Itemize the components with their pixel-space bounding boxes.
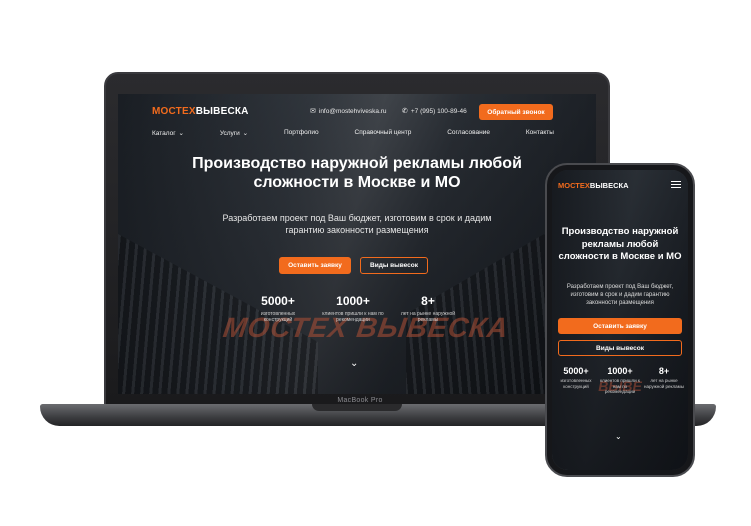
stat-constructions: 5000+ изготовленных конструкций <box>246 294 310 323</box>
site-logo[interactable]: МОСТЕХВЫВЕСКА <box>152 106 249 117</box>
phone-hero-stats: 5000+ изготовленных конструкций 1000+ кл… <box>556 366 684 395</box>
stat-number: 5000+ <box>261 294 295 308</box>
site-header: МОСТЕХВЫВЕСКА ✉ info@mostehviveska.ru ✆ … <box>118 94 596 154</box>
stat-number: 1000+ <box>607 366 633 376</box>
scroll-down-icon[interactable]: ⌄ <box>350 358 358 369</box>
callback-button[interactable]: Обратный звонок <box>479 104 553 120</box>
stat-label: лет на рынке наружной рекламы <box>400 311 456 323</box>
phone-icon: ✆ <box>402 108 408 115</box>
envelope-icon: ✉ <box>310 108 316 115</box>
nav-item-approval[interactable]: Согласование <box>447 129 490 137</box>
logo-part-2: ВЫВЕСКА <box>589 181 629 190</box>
phone-stat-constructions: 5000+ изготовленных конструкций <box>556 366 596 395</box>
stat-number: 5000+ <box>563 366 589 376</box>
sign-types-button[interactable]: Виды вывесок <box>360 257 428 274</box>
laptop-notch <box>312 404 402 411</box>
logo-part-1: МОСТЕХ <box>152 106 196 117</box>
stat-label: изготовленных конструкций <box>560 378 592 389</box>
phone-text: +7 (995) 100-89-46 <box>410 108 467 115</box>
stat-label: клиентов пришли к нам по рекомендации <box>322 311 384 323</box>
phone-submit-request-button[interactable]: Оставить заявку <box>558 318 682 334</box>
stat-years: 8+ лет на рынке наружной рекламы <box>396 294 460 323</box>
phone-sign-types-button[interactable]: Виды вывесок <box>558 340 682 356</box>
phone-screen: ВЫВЕ МОСТЕХВЫВЕСКА Производство наружной… <box>552 170 688 470</box>
nav-item-help-center[interactable]: Справочный центр <box>355 129 412 137</box>
chevron-down-icon: ⌄ <box>240 130 249 137</box>
stat-clients: 1000+ клиентов пришли к нам по рекоменда… <box>321 294 385 323</box>
submit-request-button[interactable]: Оставить заявку <box>279 257 351 274</box>
logo-part-2: ВЫВЕСКА <box>195 106 249 117</box>
phone-site-logo[interactable]: МОСТЕХВЫВЕСКА <box>558 181 629 190</box>
nav-item-portfolio[interactable]: Портфолио <box>284 129 319 137</box>
hero-stats: 5000+ изготовленных конструкций 1000+ кл… <box>246 294 460 323</box>
logo-part-1: МОСТЕХ <box>558 181 590 190</box>
main-nav: Каталог ⌄ Услуги ⌄ Портфолио Справочный … <box>152 129 554 137</box>
hero-subtitle: Разработаем проект под Ваш бюджет, изгот… <box>222 213 492 235</box>
laptop-screen: МОСТЕХ ВЫВЕСКА МОСТЕХВЫВЕСКА ✉ info@most… <box>118 94 596 394</box>
phone-stat-years: 8+ лет на рынке наружной рекламы <box>644 366 684 395</box>
phone-stat-clients: 1000+ клиентов пришли к нам по рекоменда… <box>600 366 640 395</box>
phone-hero-title: Производство наружной рекламы любой слож… <box>558 226 682 262</box>
hero-title: Производство наружной рекламы любой слож… <box>192 155 522 191</box>
phone-scroll-down-icon[interactable]: ⌄ <box>615 432 622 441</box>
email-text: info@mostehviveska.ru <box>318 108 387 115</box>
stat-number: 1000+ <box>336 294 370 308</box>
nav-item-catalog[interactable]: Каталог ⌄ <box>152 129 184 137</box>
nav-item-contacts[interactable]: Контакты <box>526 129 554 137</box>
header-phone[interactable]: ✆ +7 (995) 100-89-46 <box>402 108 467 115</box>
chevron-down-icon: ⌄ <box>176 130 184 137</box>
header-email[interactable]: ✉ info@mostehviveska.ru <box>310 108 387 115</box>
stat-label: изготовленных конструкций <box>260 311 296 323</box>
hamburger-menu-icon[interactable] <box>671 181 681 190</box>
stat-number: 8+ <box>658 366 670 376</box>
nav-item-services[interactable]: Услуги ⌄ <box>220 129 248 137</box>
laptop-model-label: MacBook Pro <box>337 397 383 404</box>
stat-number: 8+ <box>421 294 435 308</box>
stat-label: клиентов пришли к нам по рекомендации <box>600 378 640 394</box>
phone-hero-subtitle: Разработаем проект под Ваш бюджет, изгот… <box>566 284 674 306</box>
stat-label: лет на рынке наружной рекламы <box>644 378 684 389</box>
